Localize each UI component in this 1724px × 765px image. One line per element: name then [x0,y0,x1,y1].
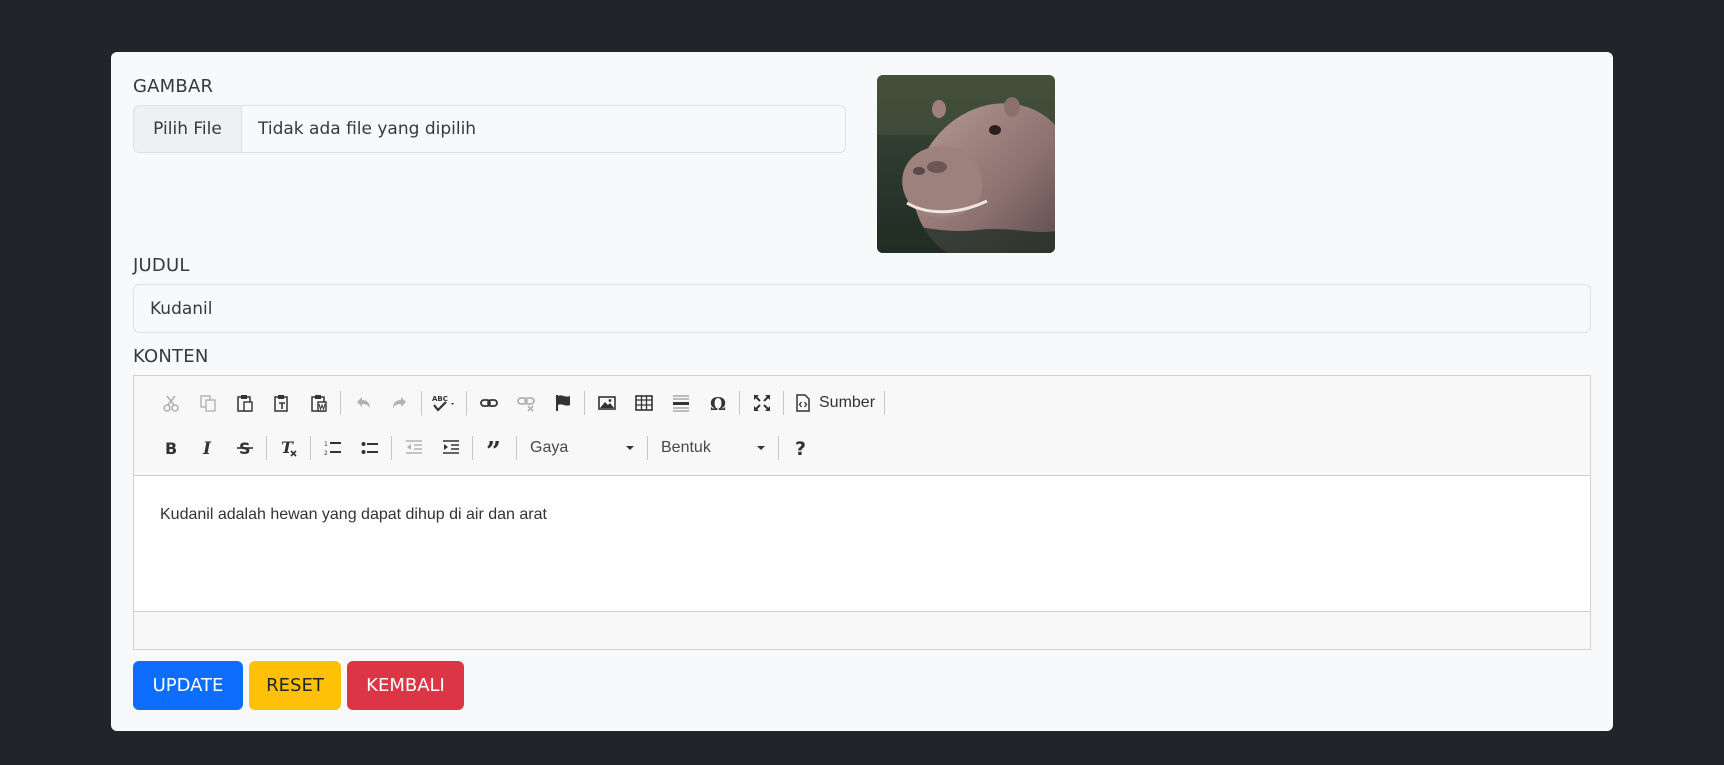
title-label: JUDUL [133,255,190,276]
bulleted-list-icon[interactable] [351,433,388,463]
image-label: GAMBAR [133,76,214,97]
italic-icon[interactable]: I [189,433,226,463]
choose-file-button[interactable]: Pilih File [134,106,242,152]
paste-word-icon[interactable] [300,388,337,418]
decrease-indent-icon[interactable] [395,433,432,463]
svg-text:”: ” [486,438,501,458]
toolbar-separator [778,436,779,460]
toolbar-separator [739,391,740,415]
svg-text:Ω: Ω [710,394,726,413]
editor-status-bar [134,612,1590,649]
back-button[interactable]: KEMBALI [347,661,464,710]
chevron-down-icon [626,446,634,450]
help-icon[interactable]: ? [782,433,819,463]
svg-text:2: 2 [324,450,328,457]
blockquote-icon[interactable]: ” [476,433,513,463]
undo-icon[interactable] [344,388,381,418]
paste-text-icon[interactable] [263,388,300,418]
maximize-icon[interactable] [743,388,780,418]
toolbar-separator [310,436,311,460]
style-combo[interactable]: Gaya [520,433,644,463]
numbered-list-icon[interactable]: 12 [314,433,351,463]
table-icon[interactable] [625,388,662,418]
file-status-text: Tidak ada file yang dipilih [258,119,477,139]
title-input[interactable]: Kudanil [133,284,1591,333]
cut-icon[interactable] [152,388,189,418]
svg-text:B: B [165,439,177,458]
spellcheck-icon[interactable]: ABC [425,388,463,418]
toolbar-separator [340,391,341,415]
source-icon [796,394,810,412]
toolbar-separator [584,391,585,415]
toolbar-separator [421,391,422,415]
toolbar-separator [266,436,267,460]
svg-text:I: I [202,439,212,458]
redo-icon[interactable] [381,388,418,418]
editor-paragraph: Kudanil adalah hewan yang dapat dihup di… [160,506,547,523]
strikethrough-icon[interactable]: S [226,433,263,463]
file-input[interactable]: Pilih File Tidak ada file yang dipilih [133,105,846,153]
increase-indent-icon[interactable] [432,433,469,463]
unlink-icon[interactable] [507,388,544,418]
hippo-image-preview [877,75,1055,253]
toolbar-separator [391,436,392,460]
toolbar-separator [783,391,784,415]
content-label: KONTEN [133,346,209,367]
paste-icon[interactable] [226,388,263,418]
style-combo-value: Gaya [530,439,569,456]
remove-format-icon[interactable]: T [270,433,307,463]
anchor-flag-icon[interactable] [544,388,581,418]
editor-content-area[interactable]: Kudanil adalah hewan yang dapat dihup di… [134,476,1590,612]
update-button[interactable]: UPDATE [133,661,243,710]
format-combo[interactable]: Bentuk [651,433,775,463]
edit-form-card: GAMBAR Pilih File Tidak ada file yang di… [111,52,1613,731]
source-label: Sumber [819,394,876,411]
rich-text-editor: ABC Ω Sumber B I S T 1 2 ” Gaya Bentuk ?… [133,375,1591,650]
link-icon[interactable] [470,388,507,418]
toolbar-separator [884,391,886,415]
chevron-down-icon [757,446,765,450]
toolbar-row-1: ABC Ω Sumber [152,385,888,421]
toolbar-row-2: B I S T 12 ” Gaya Bentuk ? [152,430,819,466]
toolbar-separator [466,391,467,415]
hippo-image [877,75,1055,253]
reset-button[interactable]: RESET [249,661,341,710]
source-button[interactable]: Sumber [787,388,881,418]
svg-text:1: 1 [324,441,328,448]
bold-icon[interactable]: B [152,433,189,463]
toolbar-separator [647,436,648,460]
toolbar-separator [472,436,473,460]
image-icon[interactable] [588,388,625,418]
format-combo-value: Bentuk [661,439,711,456]
copy-icon[interactable] [189,388,226,418]
toolbar-separator [516,436,517,460]
editor-toolbar: ABC Ω Sumber B I S T 1 2 ” Gaya Bentuk ? [134,376,1590,476]
horizontal-line-icon[interactable] [662,388,699,418]
special-character-icon[interactable]: Ω [699,388,736,418]
svg-text:?: ? [795,438,806,458]
